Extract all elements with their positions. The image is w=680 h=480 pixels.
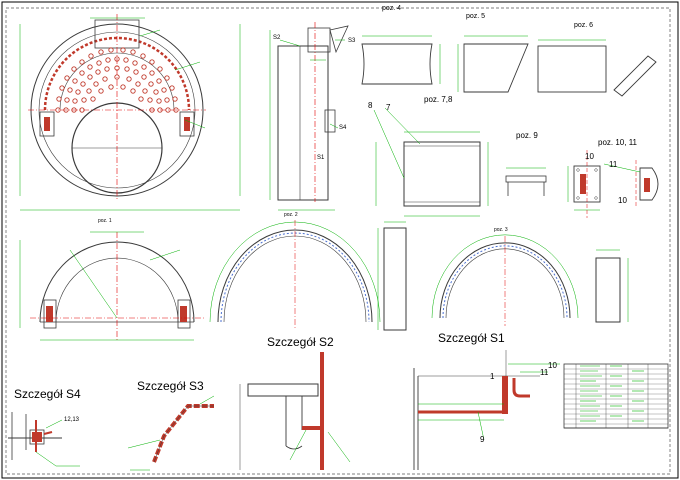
label-poz78: poz. 7,8 [424,95,453,104]
label-poz1011: poz. 10, 11 [598,138,637,147]
part-poz9 [505,167,547,196]
callout-10-side: 10 [618,196,627,205]
detail-title-s1: Szczegół S1 [438,331,505,345]
callout-1-s1: 1 [490,372,495,381]
label-poz2: poz. 2 [284,212,298,218]
front-view [19,14,241,211]
part-poz1 [19,231,205,341]
detail-title-s2: Szczegół S2 [267,335,334,349]
part-poz3 [431,234,629,326]
part-poz5-side [457,35,529,93]
parts-list-table [563,363,669,429]
callout-7: 7 [386,103,391,112]
detail-title-s3: Szczegół S3 [137,379,204,393]
label-poz1: poz. 1 [98,218,112,224]
label-poz5: poz. 5 [466,13,486,20]
part-poz2 [209,220,407,331]
part-poz6 [537,39,657,97]
marker-s2: S2 [273,35,281,41]
label-poz6: poz. 6 [574,22,594,29]
part-poz78 [373,107,489,217]
callout-11-s1: 11 [540,368,549,377]
part-poz5-plate [361,35,441,85]
side-view [269,22,349,211]
marker-s1: S1 [317,155,325,161]
detail-s2 [239,352,351,470]
marker-s3: S3 [348,38,356,44]
detail-s1 [413,350,560,470]
callout-10-s1: 10 [548,361,557,370]
detail-s3 [127,395,215,471]
callout-9-s1: 9 [480,435,485,444]
label-poz9: poz. 9 [516,131,538,140]
callout-12-13: 12,13 [64,417,80,423]
label-poz4: poz. 4 [382,5,402,12]
technical-drawing [1,1,679,479]
drawing-sheet: poz. 4 poz. 5 poz. 6 poz. 7,8 poz. 9 poz… [0,0,680,480]
callout-8: 8 [368,101,373,110]
detail-title-s4: Szczegół S4 [14,387,81,401]
callout-10-poz: 10 [585,152,594,161]
label-poz3: poz. 3 [494,227,508,233]
marker-s4: S4 [339,125,347,131]
callout-11-poz: 11 [609,160,618,169]
